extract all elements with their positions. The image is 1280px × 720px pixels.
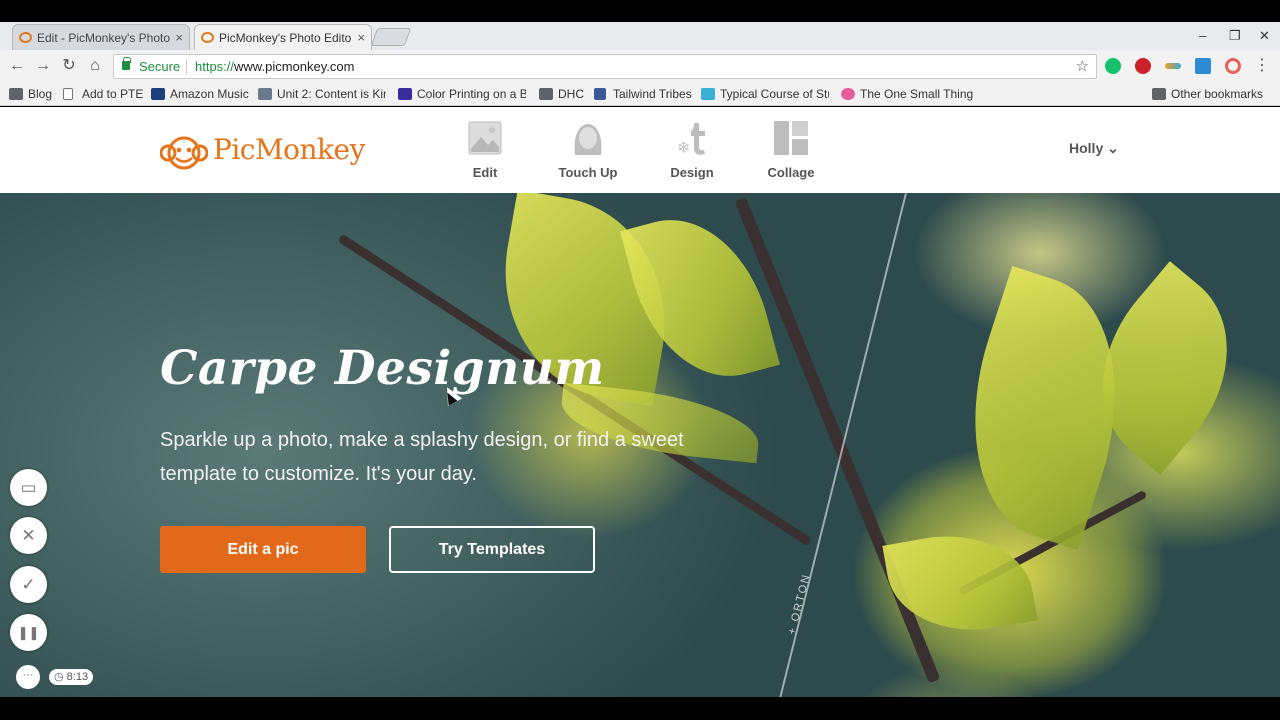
bookmark-one-small-thing[interactable]: The One Small Thing xyxy=(841,86,973,103)
face-icon xyxy=(571,121,605,155)
edit-a-pic-button[interactable]: Edit a pic xyxy=(160,526,366,573)
red-ring-extension-icon[interactable] xyxy=(1225,58,1241,74)
user-name: Holly xyxy=(1069,140,1104,156)
bookmark-amazon-music[interactable]: Amazon Music xyxy=(151,86,249,103)
bookmark-label: Add to PTE xyxy=(82,87,144,101)
grammarly-extension-icon[interactable] xyxy=(1105,58,1121,74)
nav-label: Touch Up xyxy=(558,165,618,180)
bookmarks-bar: Blog Add to PTE Amazon Music Unit 2: Con… xyxy=(0,83,1280,106)
url-host: www.picmonkey.com xyxy=(234,59,355,74)
design-icon: ❄ xyxy=(675,121,709,157)
bookmark-label: DHC xyxy=(558,87,584,101)
address-bar[interactable]: Secure https://www.picmonkey.com ☆ xyxy=(113,54,1097,79)
bookmark-label: Blog xyxy=(28,87,53,101)
site-header: PicMonkey Edit Touch Up ❄ Design Collage xyxy=(0,107,1280,193)
bookmark-other-bookmarks[interactable]: Other bookmarks xyxy=(1152,86,1263,103)
bookmark-blog[interactable]: Blog xyxy=(9,86,52,103)
photo-credit: + ORTON xyxy=(786,572,813,636)
bookmark-dhc[interactable]: DHC xyxy=(539,86,584,103)
maximize-button[interactable]: ❐ xyxy=(1229,22,1241,50)
bookmark-color-printing[interactable]: Color Printing on a B xyxy=(398,86,526,103)
folder-icon xyxy=(9,88,23,100)
page-icon xyxy=(63,88,73,100)
url-text: https://www.picmonkey.com xyxy=(195,55,354,78)
minimize-button[interactable]: – xyxy=(1199,22,1206,50)
hero-title: Carpe Designum xyxy=(160,341,605,396)
nav-label: Collage xyxy=(767,165,815,180)
page-icon xyxy=(701,88,715,100)
try-templates-button[interactable]: Try Templates xyxy=(389,526,595,573)
picmonkey-favicon-icon xyxy=(201,32,214,43)
forward-icon[interactable]: → xyxy=(33,56,53,76)
browser-toolbar: ← → ↻ ⌂ Secure https://www.picmonkey.com… xyxy=(0,50,1280,83)
menu-kebab-icon[interactable]: ⋮ xyxy=(1252,56,1272,76)
hero-subtitle: Sparkle up a photo, make a splashy desig… xyxy=(160,429,684,485)
tab-strip: Edit - PicMonkey's Photo × PicMonkey's P… xyxy=(0,22,1280,50)
bookmark-label: Typical Course of Stu xyxy=(720,87,829,101)
tab-picmonkey-photo-editor[interactable]: PicMonkey's Photo Edito × xyxy=(194,24,372,50)
bookmark-star-icon[interactable]: ☆ xyxy=(1076,55,1089,78)
amazon-music-icon xyxy=(151,88,165,100)
bookmark-label: Tailwind Tribes xyxy=(613,87,692,101)
bookmark-add-to-pte[interactable]: Add to PTE xyxy=(63,86,143,103)
pause-icon[interactable]: ❚❚ xyxy=(10,614,47,651)
nav-design[interactable]: ❄ Design xyxy=(652,121,732,180)
bookmark-label: Unit 2: Content is Kin xyxy=(277,87,386,101)
tab-title: PicMonkey's Photo Edito xyxy=(219,31,352,45)
bookmark-label: Color Printing on a B xyxy=(417,87,526,101)
reload-icon[interactable]: ↻ xyxy=(59,56,79,76)
blue-extension-icon[interactable] xyxy=(1195,58,1211,74)
more-options-icon[interactable]: ··· xyxy=(16,665,40,689)
rainbow-extension-icon[interactable] xyxy=(1165,63,1181,69)
page-icon xyxy=(841,88,855,100)
svg-text:❄: ❄ xyxy=(677,138,690,155)
close-icon[interactable]: ✕ xyxy=(10,517,47,554)
bookmark-typical-course[interactable]: Typical Course of Stu xyxy=(701,86,829,103)
tab-close-icon[interactable]: × xyxy=(175,25,183,50)
chevron-down-icon: ⌄ xyxy=(1107,140,1119,156)
url-scheme: https:// xyxy=(195,59,235,74)
timer-value: 8:13 xyxy=(66,671,89,683)
bookmark-unit-2[interactable]: Unit 2: Content is Kin xyxy=(258,86,386,103)
bookmark-label: Amazon Music xyxy=(170,87,249,101)
secure-label: Secure xyxy=(139,59,181,74)
bookmark-label: Other bookmarks xyxy=(1171,87,1264,101)
back-icon[interactable]: ← xyxy=(7,56,27,76)
nav-touch-up[interactable]: Touch Up xyxy=(548,121,628,180)
divider xyxy=(186,59,187,74)
tab-close-icon[interactable]: × xyxy=(357,25,365,50)
folder-icon xyxy=(539,88,553,100)
nav-edit[interactable]: Edit xyxy=(445,121,525,180)
camera-off-icon[interactable]: ▭ xyxy=(10,469,47,506)
nav-label: Edit xyxy=(472,165,498,180)
tab-edit-picmonkey[interactable]: Edit - PicMonkey's Photo × xyxy=(12,24,190,50)
screen: Edit - PicMonkey's Photo × PicMonkey's P… xyxy=(0,0,1280,720)
home-icon[interactable]: ⌂ xyxy=(85,56,105,76)
check-icon[interactable]: ✓ xyxy=(10,566,47,603)
image-icon xyxy=(468,121,502,155)
nav-collage[interactable]: Collage xyxy=(751,121,831,180)
user-menu[interactable]: Holly ⌄ xyxy=(1069,140,1119,157)
hero-banner: + ORTON Carpe Designum Sparkle up a phot… xyxy=(0,193,1280,697)
folder-icon xyxy=(1152,88,1166,100)
picmonkey-favicon-icon xyxy=(19,32,32,43)
page-icon xyxy=(258,88,272,100)
lock-icon xyxy=(122,57,131,70)
page-icon xyxy=(398,88,412,100)
new-tab-button[interactable] xyxy=(370,28,412,46)
monkey-logo-icon xyxy=(160,136,208,170)
tab-title: Edit - PicMonkey's Photo xyxy=(37,31,171,45)
brand-name: PicMonkey xyxy=(213,133,365,166)
bookmark-tailwind-tribes[interactable]: Tailwind Tribes xyxy=(594,86,692,103)
recording-timer: ◷ 8:13 xyxy=(49,669,94,685)
facebook-icon xyxy=(594,88,606,100)
collage-icon xyxy=(774,121,808,155)
nav-label: Design xyxy=(670,165,714,180)
pinterest-extension-icon[interactable] xyxy=(1135,58,1151,74)
bookmark-label: The One Small Thing xyxy=(860,87,974,101)
close-window-button[interactable]: ✕ xyxy=(1259,22,1270,50)
